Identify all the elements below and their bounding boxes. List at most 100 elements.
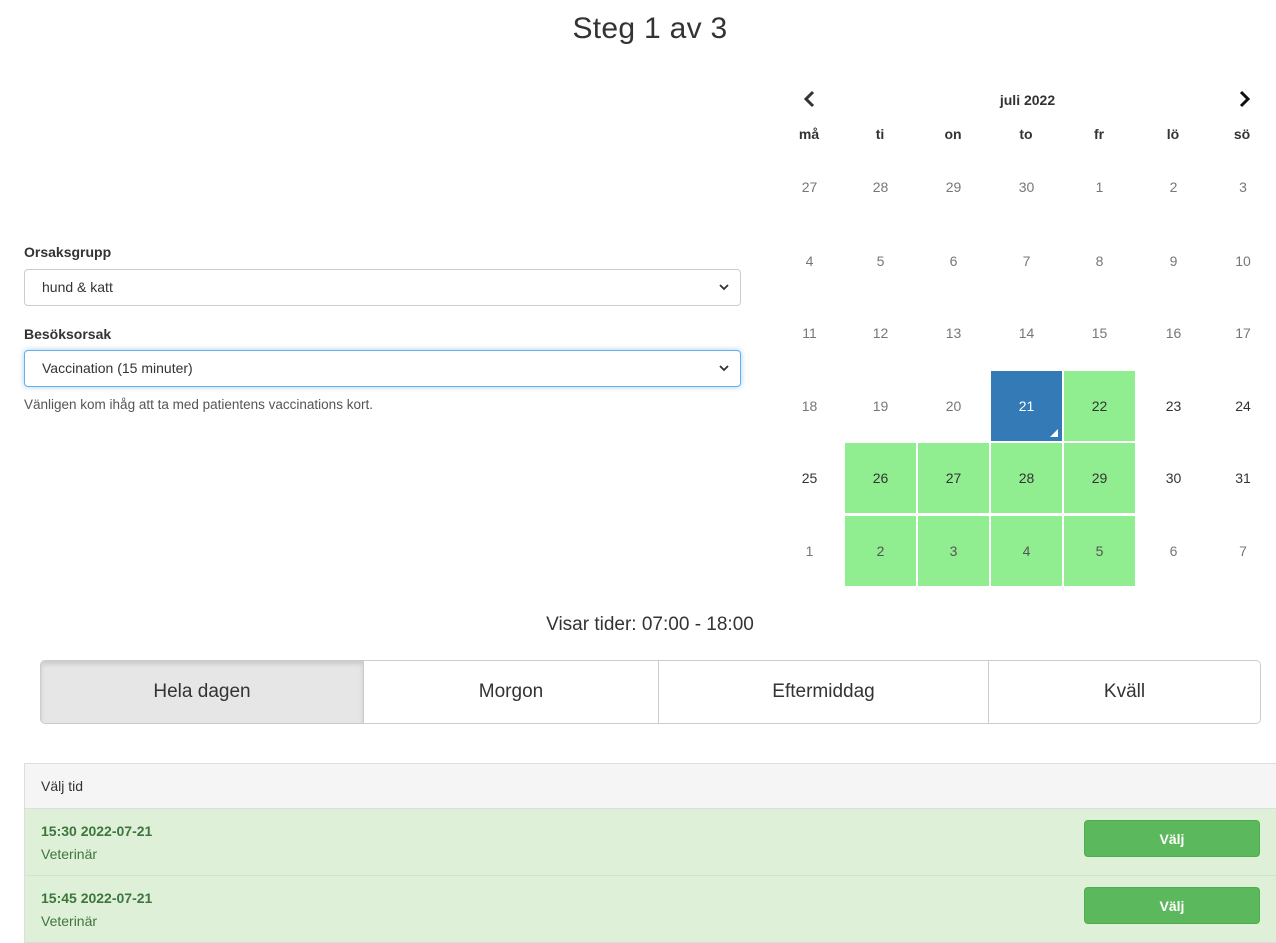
calendar-day-number: 13 — [945, 325, 962, 341]
calendar-day: 7 — [991, 226, 1062, 296]
group-select[interactable]: hund & katt — [24, 269, 741, 306]
filter-afternoon[interactable]: Eftermiddag — [659, 661, 989, 723]
calendar-day[interactable]: 3 — [918, 516, 989, 586]
time-filter-group: Hela dagen Morgon Eftermiddag Kväll — [40, 660, 1261, 724]
calendar-day-number: 17 — [1235, 325, 1251, 341]
calendar-day: 2 — [1138, 152, 1209, 222]
calendar-day: 31 — [1207, 443, 1276, 513]
slot-time: 15:30 2022-07-21 — [41, 823, 153, 839]
calendar-day: 10 — [1207, 226, 1276, 296]
help-text: Vänligen kom ihåg att ta med patientens … — [24, 397, 373, 412]
calendar-day[interactable]: 4 — [991, 516, 1062, 586]
calendar-day-number: 10 — [1235, 253, 1251, 269]
calendar-day-number: 1 — [1095, 179, 1104, 195]
slot-time: 15:45 2022-07-21 — [41, 890, 153, 906]
page-title: Steg 1 av 3 — [572, 12, 728, 45]
calendar-day-number: 22 — [1091, 398, 1108, 414]
calendar-day-number: 29 — [945, 179, 962, 195]
filter-morning[interactable]: Morgon — [364, 661, 659, 723]
calendar-day: 30 — [991, 152, 1062, 222]
calendar-day: 27 — [774, 152, 845, 222]
calendar-month: juli 2022 — [999, 92, 1056, 108]
calendar-day-number: 16 — [1165, 325, 1182, 341]
calendar-day-number: 29 — [1091, 470, 1108, 486]
calendar-day-number: 14 — [1018, 325, 1035, 341]
calendar-day: 14 — [991, 298, 1062, 368]
calendar-day[interactable]: 28 — [991, 443, 1062, 513]
calendar-day-number: 30 — [1018, 179, 1035, 195]
choose-button[interactable]: Välj — [1084, 820, 1260, 857]
calendar-day-number: 20 — [945, 398, 962, 414]
calendar-day[interactable]: 2 — [845, 516, 916, 586]
calendar-day-number: 6 — [1169, 543, 1178, 559]
time-slot-row: 15:45 2022-07-21 Veterinär Välj — [25, 876, 1276, 942]
calendar-day: 20 — [918, 371, 989, 441]
calendar-day: 25 — [774, 443, 845, 513]
calendar-day: 29 — [918, 152, 989, 222]
calendar-day: 8 — [1064, 226, 1135, 296]
calendar-day-number: 27 — [945, 470, 962, 486]
calendar-day-number: 15 — [1091, 325, 1108, 341]
calendar-day: 13 — [918, 298, 989, 368]
weekday-label: to — [1019, 126, 1033, 142]
calendar-day: 5 — [845, 226, 916, 296]
calendar-day-number: 25 — [801, 470, 818, 486]
calendar-day: 1 — [1064, 152, 1135, 222]
calendar-day-selected[interactable]: 21 — [991, 371, 1062, 441]
calendar-day-number: 24 — [1235, 398, 1251, 414]
calendar-day-number: 6 — [949, 253, 958, 269]
calendar-day-number: 19 — [872, 398, 889, 414]
calendar-day[interactable]: 22 — [1064, 371, 1135, 441]
time-slot-panel: Välj tid 15:30 2022-07-21 Veterinär Välj… — [24, 763, 1276, 943]
calendar-day-number: 5 — [876, 253, 885, 269]
calendar-day: 15 — [1064, 298, 1135, 368]
choose-button[interactable]: Välj — [1084, 887, 1260, 924]
calendar-day-number: 2 — [876, 543, 885, 559]
calendar-day: 11 — [774, 298, 845, 368]
calendar-day: 24 — [1207, 371, 1276, 441]
calendar-day-number: 4 — [1022, 543, 1031, 559]
calendar-day: 1 — [774, 516, 845, 586]
filter-whole-day[interactable]: Hela dagen — [41, 661, 364, 723]
calendar-day-number: 21 — [1018, 398, 1035, 414]
calendar-day[interactable]: 29 — [1064, 443, 1135, 513]
reason-select-value: Vaccination (15 minuter) — [42, 360, 193, 376]
weekday-label: ti — [875, 126, 885, 142]
slot-role: Veterinär — [41, 913, 98, 929]
calendar-day[interactable]: 5 — [1064, 516, 1135, 586]
chevron-right-icon[interactable] — [1233, 88, 1255, 110]
chevron-down-icon — [719, 365, 729, 372]
chevron-left-icon[interactable] — [799, 88, 821, 110]
calendar-day: 12 — [845, 298, 916, 368]
calendar-day-number: 9 — [1169, 253, 1178, 269]
weekday-label: fr — [1093, 126, 1105, 142]
time-range-text: Visar tider: 07:00 - 18:00 — [546, 614, 754, 635]
calendar-day: 30 — [1138, 443, 1209, 513]
panel-header: Välj tid — [25, 764, 1276, 809]
calendar-day-number: 1 — [805, 543, 814, 559]
calendar-day: 16 — [1138, 298, 1209, 368]
reason-select[interactable]: Vaccination (15 minuter) — [24, 350, 741, 387]
calendar-day-number: 27 — [801, 179, 818, 195]
calendar-day: 19 — [845, 371, 916, 441]
calendar-day-number: 28 — [1018, 470, 1035, 486]
calendar-day: 23 — [1138, 371, 1209, 441]
calendar-day[interactable]: 27 — [918, 443, 989, 513]
calendar-day[interactable]: 26 — [845, 443, 916, 513]
calendar-day-number: 3 — [1239, 179, 1247, 195]
weekday-label: må — [798, 126, 820, 142]
reason-label: Besöksorsak — [24, 326, 112, 342]
calendar-day: 4 — [774, 226, 845, 296]
weekday-label: lö — [1166, 126, 1180, 142]
filter-evening[interactable]: Kväll — [989, 661, 1260, 723]
calendar-day-number: 18 — [801, 398, 818, 414]
calendar-day: 18 — [774, 371, 845, 441]
weekday-label: on — [944, 126, 962, 142]
calendar-day: 17 — [1207, 298, 1276, 368]
calendar-day: 6 — [918, 226, 989, 296]
group-select-value: hund & katt — [42, 279, 113, 295]
calendar-day-number: 8 — [1095, 253, 1104, 269]
calendar-day-number: 12 — [872, 325, 889, 341]
calendar-day: 9 — [1138, 226, 1209, 296]
calendar-day-number: 7 — [1022, 253, 1031, 269]
